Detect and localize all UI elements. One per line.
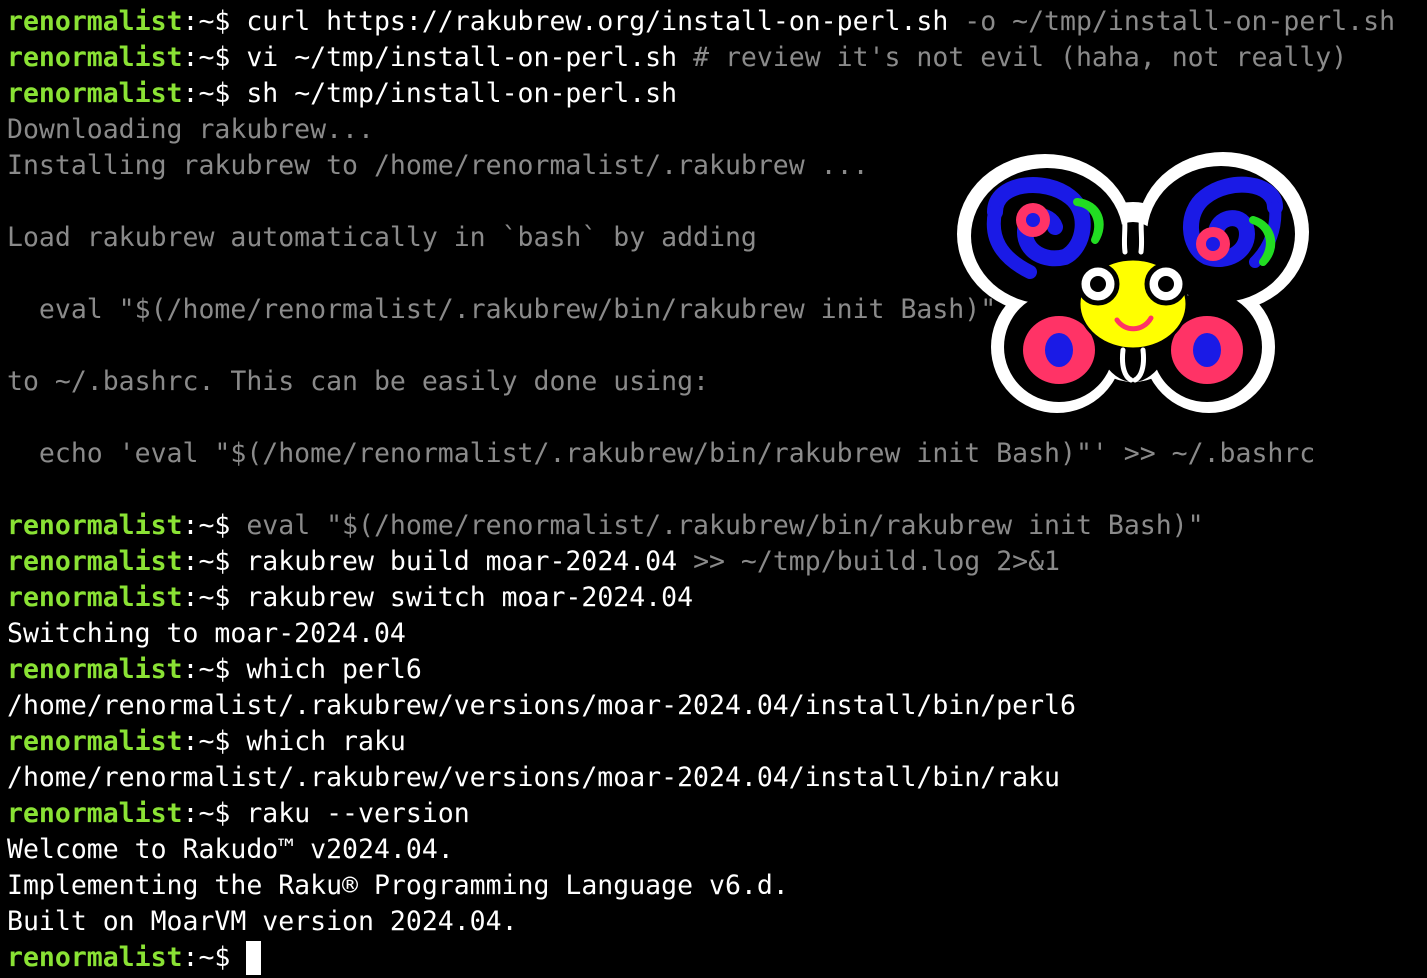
prompt-line: renormalist:~$ rakubrew build moar-2024.… [7,544,1060,580]
prompt-path: :~$ [182,78,247,109]
output-text: echo 'eval "$(/home/renormalist/.rakubre… [7,438,1316,469]
output-line: echo 'eval "$(/home/renormalist/.rakubre… [7,436,1315,472]
prompt-path: :~$ [182,726,247,757]
output-line: Built on MoarVM version 2024.04. [7,904,518,940]
output-line: Load rakubrew automatically in `bash` by… [7,220,757,256]
prompt-user: renormalist [7,510,183,541]
output-text: Built on MoarVM version 2024.04. [7,906,518,937]
output-text: Downloading rakubrew... [7,114,374,145]
prompt-line: renormalist:~$ sh ~/tmp/install-on-perl.… [7,76,677,112]
prompt-line: renormalist:~$ rakubrew switch moar-2024… [7,580,693,616]
command-text: curl https://rakubrew.org/install-on-per… [246,6,949,37]
prompt-user: renormalist [7,42,183,73]
output-text: Implementing the Raku® Programming Langu… [7,870,789,901]
prompt-user: renormalist [7,6,183,37]
prompt-user: renormalist [7,654,183,685]
prompt-path: :~$ [182,582,247,613]
command-suggestion: >> ~/tmp/build.log 2>&1 [677,546,1061,577]
output-line: Downloading rakubrew... [7,112,374,148]
output-line: eval "$(/home/renormalist/.rakubrew/bin/… [7,292,996,328]
camelia-butterfly-icon [957,152,1309,413]
command-suggestion: # review it's not evil (haha, not really… [677,42,1348,73]
output-text: to ~/.bashrc. This can be easily done us… [7,366,709,397]
prompt-line: renormalist:~$ which raku [7,724,406,760]
prompt-user: renormalist [7,546,183,577]
command-suggestion: eval "$(/home/renormalist/.rakubrew/bin/… [246,510,1204,541]
prompt-line: renormalist:~$ which perl6 [7,652,422,688]
command-text: rakubrew switch moar-2024.04 [246,582,694,613]
prompt-line: renormalist:~$ vi ~/tmp/install-on-perl.… [7,40,1347,76]
output-line: /home/renormalist/.rakubrew/versions/moa… [7,760,1060,796]
output-text: Load rakubrew automatically in `bash` by… [7,222,757,253]
output-text: /home/renormalist/.rakubrew/versions/moa… [7,690,1076,721]
prompt-user: renormalist [7,942,183,973]
output-line: /home/renormalist/.rakubrew/versions/moa… [7,688,1076,724]
prompt-line: renormalist:~$ [7,940,262,976]
output-text: Installing rakubrew to /home/renormalist… [7,150,869,181]
prompt-user: renormalist [7,582,183,613]
prompt-user: renormalist [7,78,183,109]
terminal-window[interactable]: renormalist:~$ curl https://rakubrew.org… [0,0,1427,978]
output-text: Switching to moar-2024.04 [7,618,406,649]
output-line: Implementing the Raku® Programming Langu… [7,868,789,904]
command-suggestion: -o ~/tmp/install-on-perl.sh [948,6,1396,37]
output-text: eval "$(/home/renormalist/.rakubrew/bin/… [7,294,997,325]
prompt-user: renormalist [7,726,183,757]
prompt-path: :~$ [182,510,247,541]
command-text: which raku [246,726,406,757]
output-line: Switching to moar-2024.04 [7,616,406,652]
prompt-user: renormalist [7,798,183,829]
prompt-line: renormalist:~$ curl https://rakubrew.org… [7,4,1395,40]
prompt-path: :~$ [182,546,247,577]
prompt-line: renormalist:~$ eval "$(/home/renormalist… [7,508,1204,544]
output-text: /home/renormalist/.rakubrew/versions/moa… [7,762,1060,793]
output-line: Welcome to Rakudo™ v2024.04. [7,832,454,868]
command-text: vi ~/tmp/install-on-perl.sh [246,42,678,73]
prompt-path: :~$ [182,654,247,685]
output-line: Installing rakubrew to /home/renormalist… [7,148,869,184]
output-line: to ~/.bashrc. This can be easily done us… [7,364,709,400]
command-text: rakubrew build moar-2024.04 [246,546,678,577]
text-cursor[interactable] [246,941,262,975]
prompt-line: renormalist:~$ raku --version [7,796,470,832]
output-text: Welcome to Rakudo™ v2024.04. [7,834,454,865]
prompt-path: :~$ [182,942,247,973]
command-text: sh ~/tmp/install-on-perl.sh [246,78,678,109]
prompt-path: :~$ [182,6,247,37]
prompt-path: :~$ [182,798,247,829]
command-text: raku --version [246,798,470,829]
prompt-path: :~$ [182,42,247,73]
command-text: which perl6 [246,654,422,685]
